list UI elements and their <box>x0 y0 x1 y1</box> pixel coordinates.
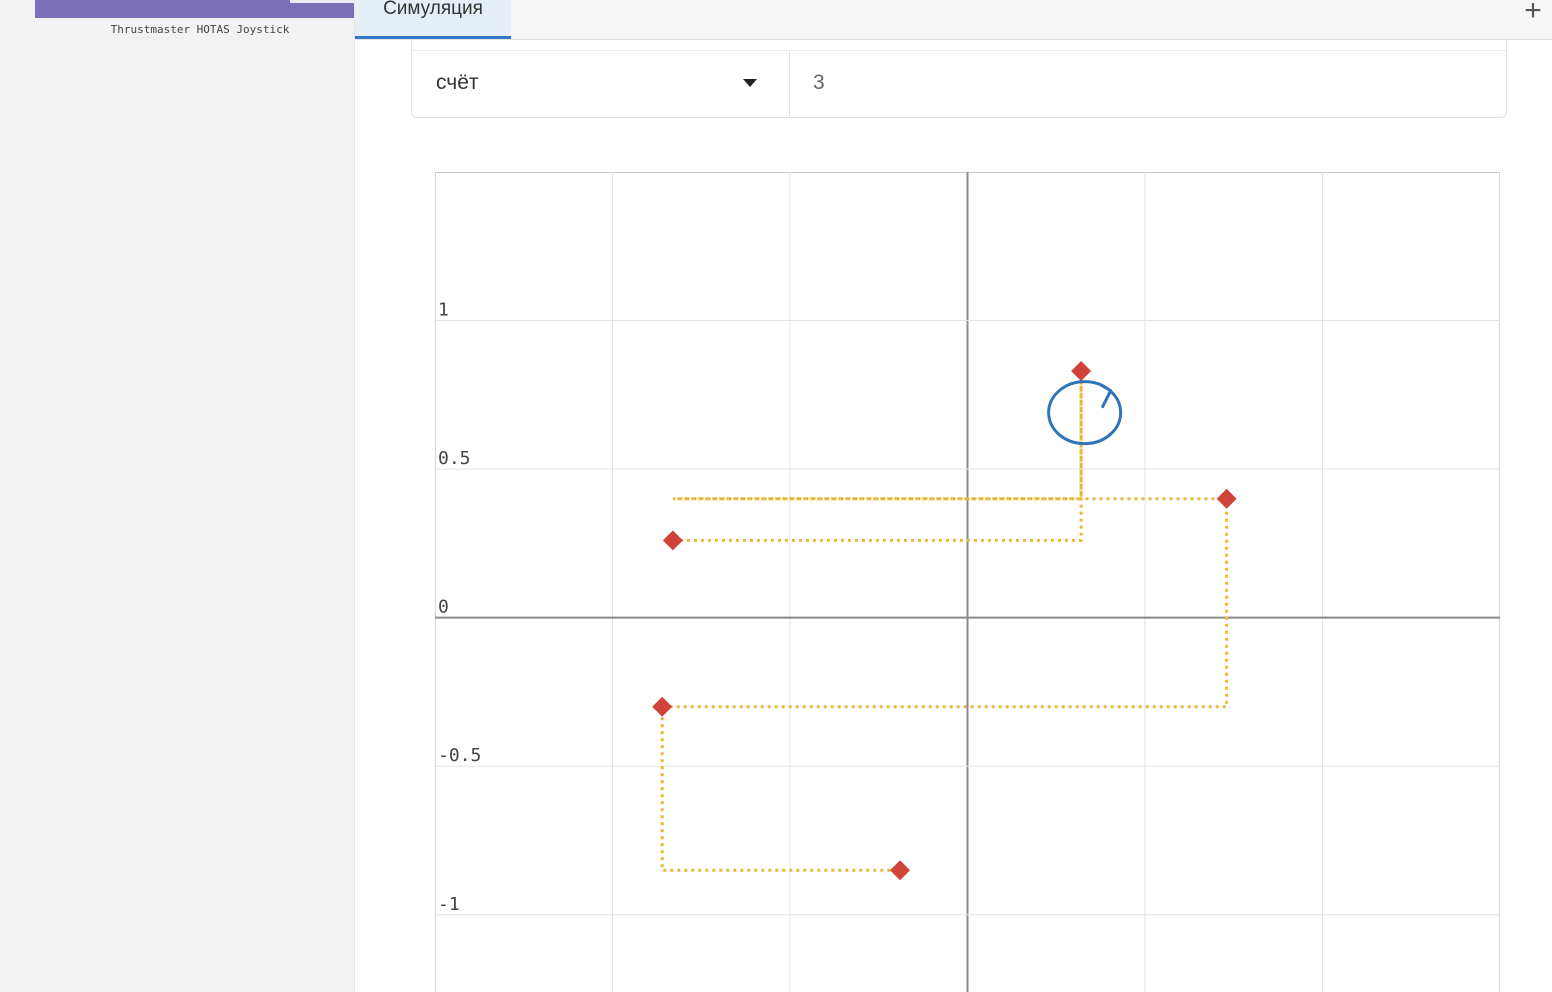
score-selector[interactable]: счёт <box>412 51 790 117</box>
chart-svg: 1 0.5 0 -0.5 -1 <box>435 172 1500 992</box>
device-caption: Thrustmaster HOTAS Joystick <box>110 23 290 36</box>
score-selector-label: счёт <box>436 71 479 94</box>
tab-bar: Симуляция + <box>355 0 1552 40</box>
trajectory-chart: 1 0.5 0 -0.5 -1 <box>435 172 1500 992</box>
left-panel: Thrustmaster HOTAS Joystick <box>0 0 355 992</box>
score-row: счёт 3 <box>411 40 1507 118</box>
score-value: 3 <box>813 71 825 94</box>
tab-simulation[interactable]: Симуляция <box>355 0 511 39</box>
joystick-device-image <box>35 0 354 18</box>
y-tick-label: 0.5 <box>438 448 471 469</box>
add-tab-button[interactable]: + <box>1516 0 1550 28</box>
chevron-down-icon <box>743 79 757 87</box>
device-image-notch <box>290 0 354 3</box>
y-tick-label: -1 <box>438 894 460 915</box>
y-tick-label: 1 <box>438 300 449 321</box>
y-tick-label: -0.5 <box>438 745 481 766</box>
y-tick-label: 0 <box>438 597 449 618</box>
